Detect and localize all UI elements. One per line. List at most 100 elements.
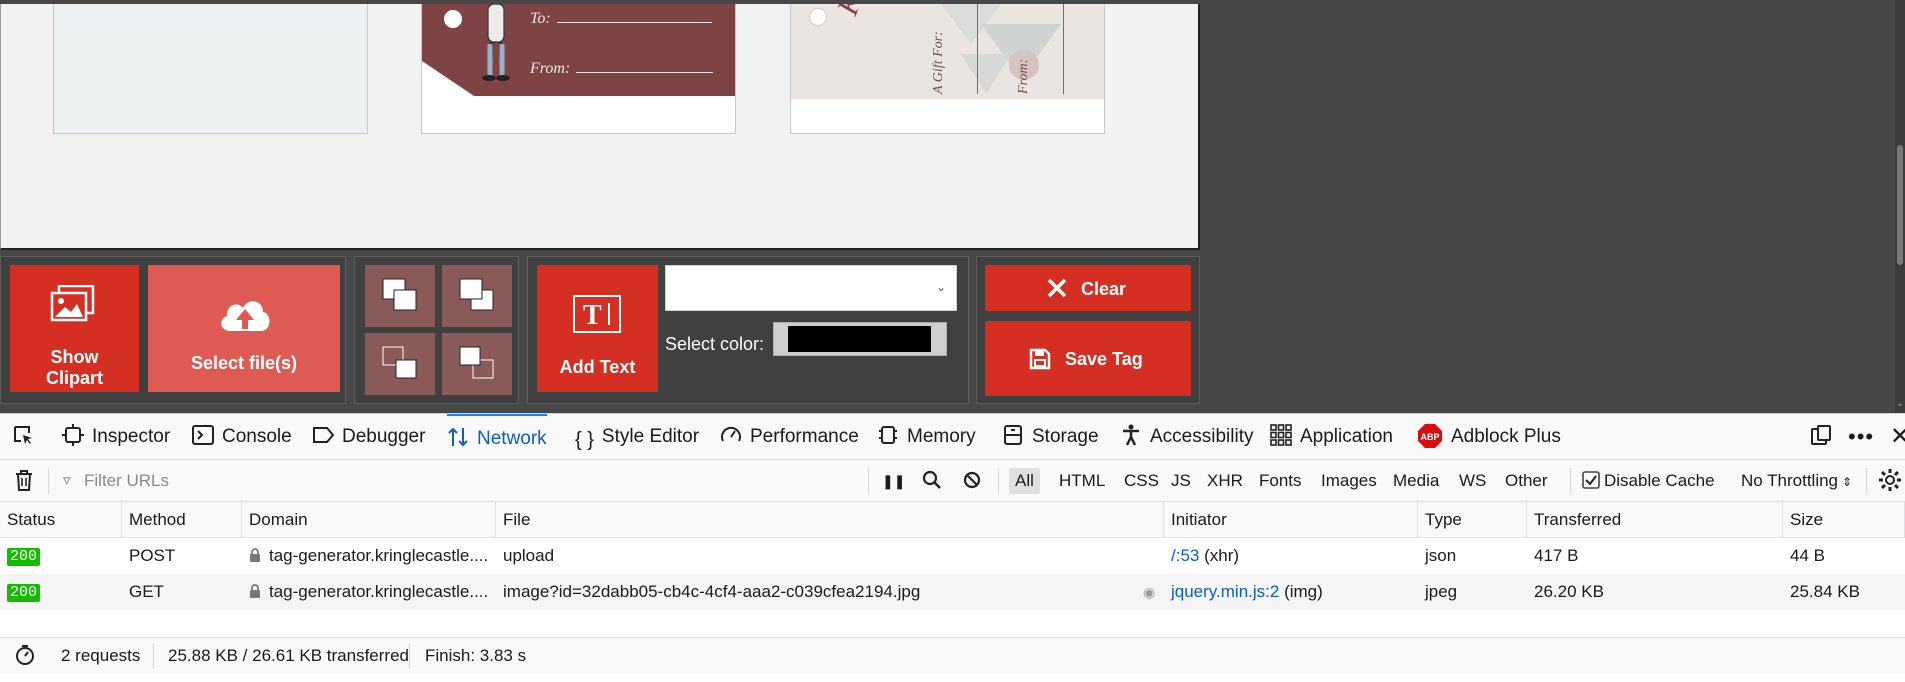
disable-cache-checkbox[interactable]: Disable Cache (1582, 460, 1715, 502)
transferred-cell: 26.20 KB (1534, 582, 1604, 601)
layer-back-icon (382, 278, 417, 311)
tag-template-blank[interactable] (53, 4, 368, 134)
column-header-initiator[interactable]: Initiator (1164, 502, 1418, 538)
type-filter-html[interactable]: HTML (1059, 460, 1105, 502)
status-badge: 200 (7, 584, 41, 602)
size-cell: 25.84 KB (1790, 582, 1860, 601)
lock-icon (250, 548, 260, 562)
save-icon (1029, 348, 1051, 370)
initiator-link[interactable]: jquery.min.js:2 (1171, 582, 1279, 601)
inspector-icon (62, 424, 84, 446)
close-icon (1047, 278, 1067, 298)
add-text-button[interactable]: T Add Text (537, 265, 658, 392)
initiator-cell: jquery.min.js:2 (img) (1171, 582, 1323, 601)
column-header-domain[interactable]: Domain (242, 502, 496, 538)
pause-icon[interactable]: ❚❚ (882, 460, 905, 502)
show-clipart-button[interactable]: Show Clipart (10, 265, 139, 392)
column-header-type[interactable]: Type (1418, 502, 1527, 538)
type-filter-fonts[interactable]: Fonts (1259, 460, 1302, 502)
element-picker-icon[interactable] (12, 414, 42, 460)
devtools-tab-bar: Inspector Console Debugger Network { } St… (0, 414, 1905, 460)
tag-divider (977, 4, 978, 94)
settings-gear-icon[interactable] (1878, 460, 1902, 502)
save-tag-label: Save Tag (1065, 349, 1143, 369)
cloud-upload-icon (221, 301, 270, 331)
table-row[interactable]: 200 POST tag-generator.kringlecastle....… (0, 538, 1905, 574)
send-backward-button[interactable] (365, 265, 435, 327)
column-header-status[interactable]: Status (0, 502, 122, 538)
column-header-transferred[interactable]: Transferred (1527, 502, 1783, 538)
clipart-upload-group: Show Clipart Select file(s) (0, 256, 346, 404)
layer-front-icon (459, 278, 494, 311)
tab-debugger[interactable]: Debugger (312, 414, 425, 460)
tag-template-maroon[interactable]: To: From: (421, 4, 736, 134)
close-icon[interactable]: ✕ (1890, 414, 1905, 460)
initiator-cell: /:53 (xhr) (1171, 546, 1240, 565)
throttling-select[interactable]: No Throttling ⇕ (1741, 460, 1852, 502)
tab-accessibility[interactable]: Accessibility (1120, 414, 1253, 460)
select-files-button[interactable]: Select file(s) (148, 265, 340, 392)
checkbox-checked-icon (1582, 471, 1600, 489)
type-filter-xhr[interactable]: XHR (1207, 460, 1243, 502)
more-options-icon[interactable]: ••• (1848, 414, 1874, 460)
accessibility-icon (1123, 424, 1139, 446)
tag-actions-group: Clear Save Tag (976, 256, 1200, 404)
type-filter-all[interactable]: All (1009, 468, 1040, 494)
trash-icon[interactable] (14, 460, 34, 502)
gauge-icon (721, 426, 741, 442)
tab-console[interactable]: Console (192, 414, 292, 460)
initiator-link[interactable]: /:53 (1171, 546, 1199, 565)
font-select-dropdown[interactable]: ⌄ (665, 265, 957, 311)
scroll-down-arrow-icon[interactable]: ⌄ (1895, 398, 1905, 409)
column-header-file[interactable]: File (496, 502, 1164, 538)
tab-adblock-plus[interactable]: ABP Adblock Plus (1417, 414, 1561, 460)
file-cell: image?id=32dabb05-cb4c-4cf4-aaa2-c039cfe… (503, 582, 921, 601)
type-filter-css[interactable]: CSS (1124, 460, 1159, 502)
tab-storage[interactable]: Storage (1002, 414, 1099, 460)
tab-style-editor[interactable]: { } Style Editor (575, 414, 699, 460)
block-icon[interactable] (963, 460, 981, 502)
devtools-panel: Inspector Console Debugger Network { } St… (0, 413, 1905, 682)
save-tag-button[interactable]: Save Tag (985, 321, 1191, 396)
type-filter-js[interactable]: JS (1171, 460, 1191, 502)
color-picker[interactable] (773, 322, 947, 356)
file-cell: upload (503, 546, 555, 565)
grid-icon (1270, 424, 1292, 446)
type-cell: json (1425, 546, 1457, 565)
bring-to-front-button[interactable] (442, 333, 512, 395)
table-row[interactable]: 200 GET tag-generator.kringlecastle.... … (0, 574, 1905, 610)
send-to-back-button[interactable] (365, 333, 435, 395)
tab-network[interactable]: Network (447, 414, 547, 460)
clear-button[interactable]: Clear (985, 265, 1191, 311)
column-header-method[interactable]: Method (122, 502, 242, 538)
tab-memory[interactable]: Memory (877, 414, 976, 460)
size-cell: 44 B (1790, 546, 1825, 565)
color-swatch-fill (788, 326, 931, 352)
scrollbar-thumb[interactable] (1897, 145, 1903, 265)
storage-icon (1004, 425, 1022, 445)
stopwatch-icon[interactable] (14, 638, 36, 674)
bring-forward-button[interactable] (442, 265, 512, 327)
tag-from-label: From: (1016, 58, 1031, 94)
type-filter-ws[interactable]: WS (1459, 460, 1486, 502)
tag-template-kringle[interactable]: Kring A Gift For: From: (790, 4, 1105, 134)
request-count: 2 requests (61, 646, 141, 665)
type-filter-other[interactable]: Other (1505, 460, 1548, 502)
status-cell: 200 (0, 574, 122, 610)
disable-cache-label: Disable Cache (1604, 471, 1715, 490)
dock-side-icon[interactable] (1810, 414, 1840, 460)
type-filter-images[interactable]: Images (1321, 460, 1377, 502)
tab-performance[interactable]: Performance (720, 414, 859, 460)
page-scrollbar[interactable]: ⌄ (1895, 0, 1905, 413)
search-icon[interactable] (922, 460, 942, 502)
tab-inspector[interactable]: Inspector (62, 414, 170, 460)
tag-divider (1063, 4, 1064, 94)
column-header-size[interactable]: Size (1783, 502, 1905, 538)
tag-from-line: From: (530, 60, 714, 78)
network-summary-bar: 2 requests 25.88 KB / 26.61 KB transferr… (0, 637, 1905, 673)
type-filter-media[interactable]: Media (1393, 460, 1439, 502)
tag-hole (444, 10, 462, 28)
filter-urls-input[interactable] (84, 468, 884, 494)
tab-application[interactable]: Application (1270, 414, 1393, 460)
network-toolbar: ▿ ❚❚ All HTML CSS JS XHR Fonts Images Me… (0, 460, 1905, 502)
